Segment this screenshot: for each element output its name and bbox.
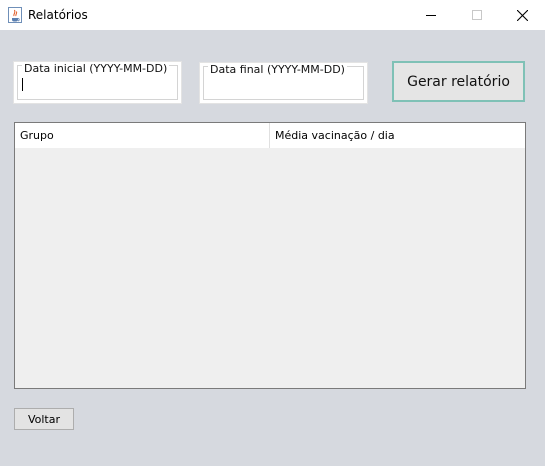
back-button[interactable]: Voltar [14,408,74,430]
table-header: Grupo Média vacinação / dia [15,123,525,148]
column-header-media[interactable]: Média vacinação / dia [270,123,525,148]
maximize-icon [472,10,482,20]
close-icon [516,9,528,21]
end-date-field[interactable]: Data final (YYYY-MM-DD) [199,62,368,104]
title-bar: Relatórios [0,0,545,30]
start-date-label: Data inicial (YYYY-MM-DD) [22,62,170,75]
end-date-label: Data final (YYYY-MM-DD) [208,63,347,76]
start-date-field[interactable]: Data inicial (YYYY-MM-DD) [13,61,182,104]
text-caret [22,78,23,91]
minimize-button[interactable] [408,0,454,30]
column-header-grupo[interactable]: Grupo [15,123,270,148]
minimize-icon [426,15,436,16]
generate-report-button[interactable]: Gerar relatório [392,61,525,102]
report-table[interactable]: Grupo Média vacinação / dia [14,122,526,389]
window-title: Relatórios [28,8,88,22]
close-button[interactable] [499,0,545,30]
java-cup-icon [8,7,22,23]
maximize-button[interactable] [454,0,500,30]
